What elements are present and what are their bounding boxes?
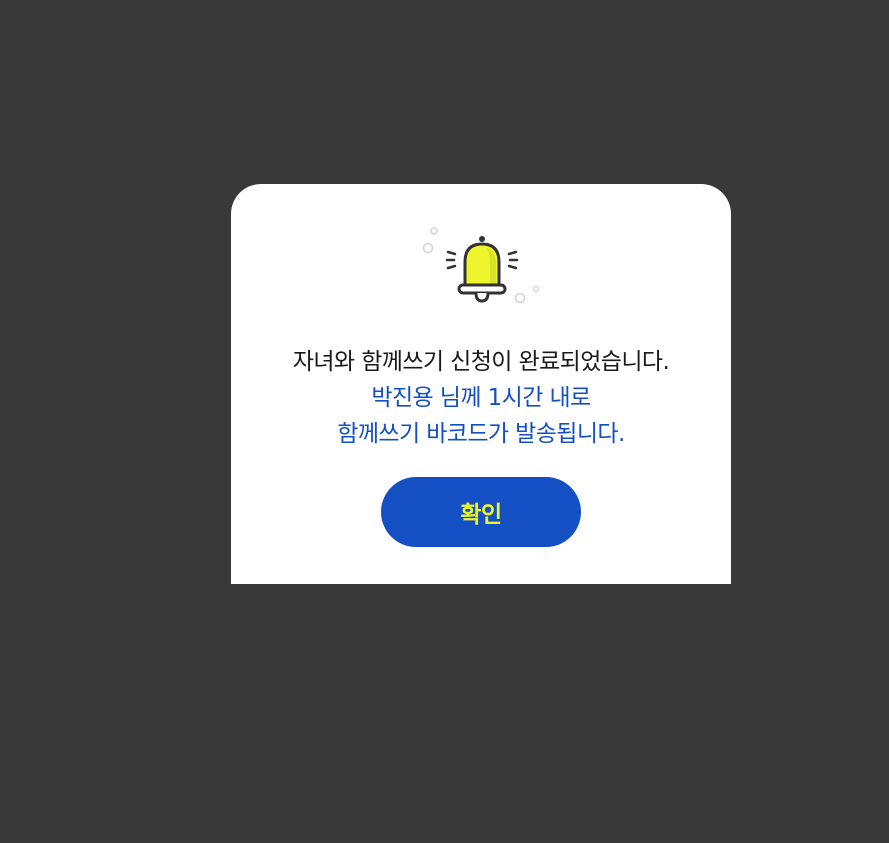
message-line-3: 함께쓰기 바코드가 발송됩니다. [337,421,625,447]
completion-message: 자녀와 함께쓰기 신청이 완료되었습니다. 박진용 님께 1시간 내로 함께쓰기… [231,344,731,452]
confirm-button[interactable]: 확인 [381,477,581,547]
message-line-1: 자녀와 함께쓰기 신청이 완료되었습니다. [292,349,670,375]
message-line-2: 박진용 님께 1시간 내로 [371,385,591,411]
bell-icon [417,224,545,308]
completion-dialog: 자녀와 함께쓰기 신청이 완료되었습니다. 박진용 님께 1시간 내로 함께쓰기… [231,184,731,584]
